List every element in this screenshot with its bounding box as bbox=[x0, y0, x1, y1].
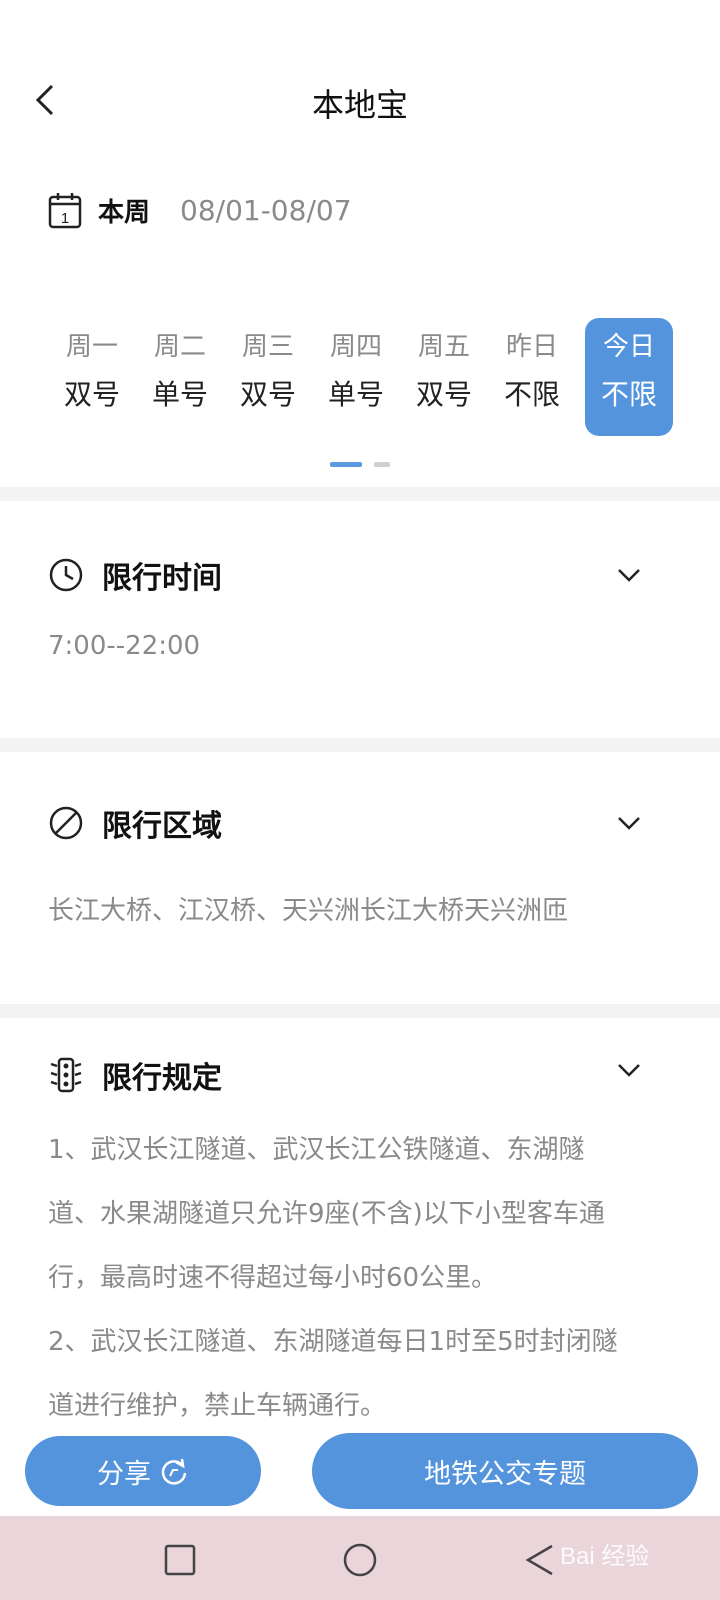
section-divider bbox=[0, 487, 720, 501]
section-title: 限行时间 bbox=[102, 561, 222, 596]
day-value: 单号 bbox=[151, 378, 208, 411]
calendar-icon: 1 bbox=[48, 193, 82, 229]
rules-line: 道进行维护，禁止车辆通行。 bbox=[48, 1391, 387, 1421]
day-item-wed[interactable]: 周三 双号 bbox=[224, 318, 312, 436]
metro-bus-topic-button[interactable]: 地铁公交专题 bbox=[312, 1433, 698, 1509]
section-header[interactable]: 限行区域 bbox=[48, 798, 222, 848]
section-divider bbox=[0, 738, 720, 752]
day-selector: 周一 双号 周二 单号 周三 双号 周四 单号 周五 双号 昨日 不限 今日 不… bbox=[48, 318, 678, 438]
chevron-down-icon[interactable] bbox=[616, 1060, 642, 1080]
week-row: 1 本周 08/01-08/07 bbox=[48, 185, 352, 235]
header: 本地宝 bbox=[0, 0, 720, 200]
section-title: 限行区域 bbox=[102, 809, 222, 844]
rules-line: 行，最高时速不得超过每小时60公里。 bbox=[48, 1263, 498, 1293]
day-name: 周五 bbox=[417, 332, 470, 362]
day-value: 不限 bbox=[600, 378, 657, 411]
section-header[interactable]: 限行时间 bbox=[48, 550, 222, 600]
day-name: 周三 bbox=[241, 332, 294, 362]
page-indicator-active bbox=[330, 462, 362, 467]
day-item-yesterday[interactable]: 昨日 不限 bbox=[488, 318, 576, 436]
day-item-today[interactable]: 今日 不限 bbox=[585, 318, 673, 436]
day-name: 周一 bbox=[65, 332, 118, 362]
chevron-down-icon[interactable] bbox=[616, 813, 642, 833]
day-name: 昨日 bbox=[505, 332, 558, 362]
system-nav-bar: Bai 经验 bbox=[0, 1516, 720, 1600]
watermark-text: Bai 经验 bbox=[560, 1543, 649, 1570]
day-value: 双号 bbox=[63, 378, 120, 411]
calendar-icon-day: 1 bbox=[61, 210, 69, 227]
clock-icon bbox=[49, 558, 83, 592]
watermark: Bai 经验 bbox=[560, 1543, 649, 1570]
day-name: 周二 bbox=[153, 332, 206, 362]
section-area: 限行区域 长江大桥、江汉桥、天兴洲长江大桥天兴洲匝 bbox=[0, 752, 720, 1004]
no-entry-icon bbox=[49, 806, 83, 840]
day-value: 双号 bbox=[415, 378, 472, 411]
day-value: 不限 bbox=[503, 378, 560, 411]
week-label: 本周 bbox=[98, 197, 151, 228]
section-title: 限行规定 bbox=[102, 1061, 222, 1096]
page-title: 本地宝 bbox=[311, 86, 408, 124]
rules-line: 1、武汉长江隧道、武汉长江公铁隧道、东湖隧 bbox=[48, 1135, 585, 1165]
page-indicator-inactive bbox=[374, 462, 390, 467]
section-divider bbox=[0, 1004, 720, 1018]
restriction-area: 长江大桥、江汉桥、天兴洲长江大桥天兴洲匝 bbox=[48, 896, 569, 926]
rules-line: 2、武汉长江隧道、东湖隧道每日1时至5时封闭隧 bbox=[48, 1327, 618, 1357]
recent-apps-icon[interactable] bbox=[160, 1540, 200, 1580]
metro-button-label: 地铁公交专题 bbox=[424, 1458, 586, 1490]
day-name: 今日 bbox=[602, 332, 655, 362]
share-button-label: 分享 bbox=[97, 1458, 151, 1490]
day-item-fri[interactable]: 周五 双号 bbox=[400, 318, 488, 436]
day-item-thu[interactable]: 周四 单号 bbox=[312, 318, 400, 436]
rules-line: 道、水果湖隧道只允许9座(不含)以下小型客车通 bbox=[48, 1199, 605, 1229]
restriction-time: 7:00--22:00 bbox=[48, 631, 201, 661]
day-value: 单号 bbox=[327, 378, 384, 411]
day-item-mon[interactable]: 周一 双号 bbox=[48, 318, 136, 436]
traffic-light-icon bbox=[50, 1057, 82, 1093]
week-range: 08/01-08/07 bbox=[180, 193, 352, 227]
section-time: 限行时间 7:00--22:00 bbox=[0, 501, 720, 738]
day-item-tue[interactable]: 周二 单号 bbox=[136, 318, 224, 436]
section-header[interactable]: 限行规定 bbox=[48, 1050, 222, 1100]
share-button[interactable]: 分享 bbox=[25, 1436, 261, 1506]
chevron-down-icon[interactable] bbox=[616, 565, 642, 585]
refresh-icon bbox=[161, 1458, 187, 1485]
day-name: 周四 bbox=[329, 332, 382, 362]
rules-text: 1、武汉长江隧道、武汉长江公铁隧道、东湖隧 道、水果湖隧道只允许9座(不含)以下… bbox=[48, 1118, 668, 1438]
day-value: 双号 bbox=[239, 378, 296, 411]
home-icon[interactable] bbox=[340, 1540, 380, 1580]
